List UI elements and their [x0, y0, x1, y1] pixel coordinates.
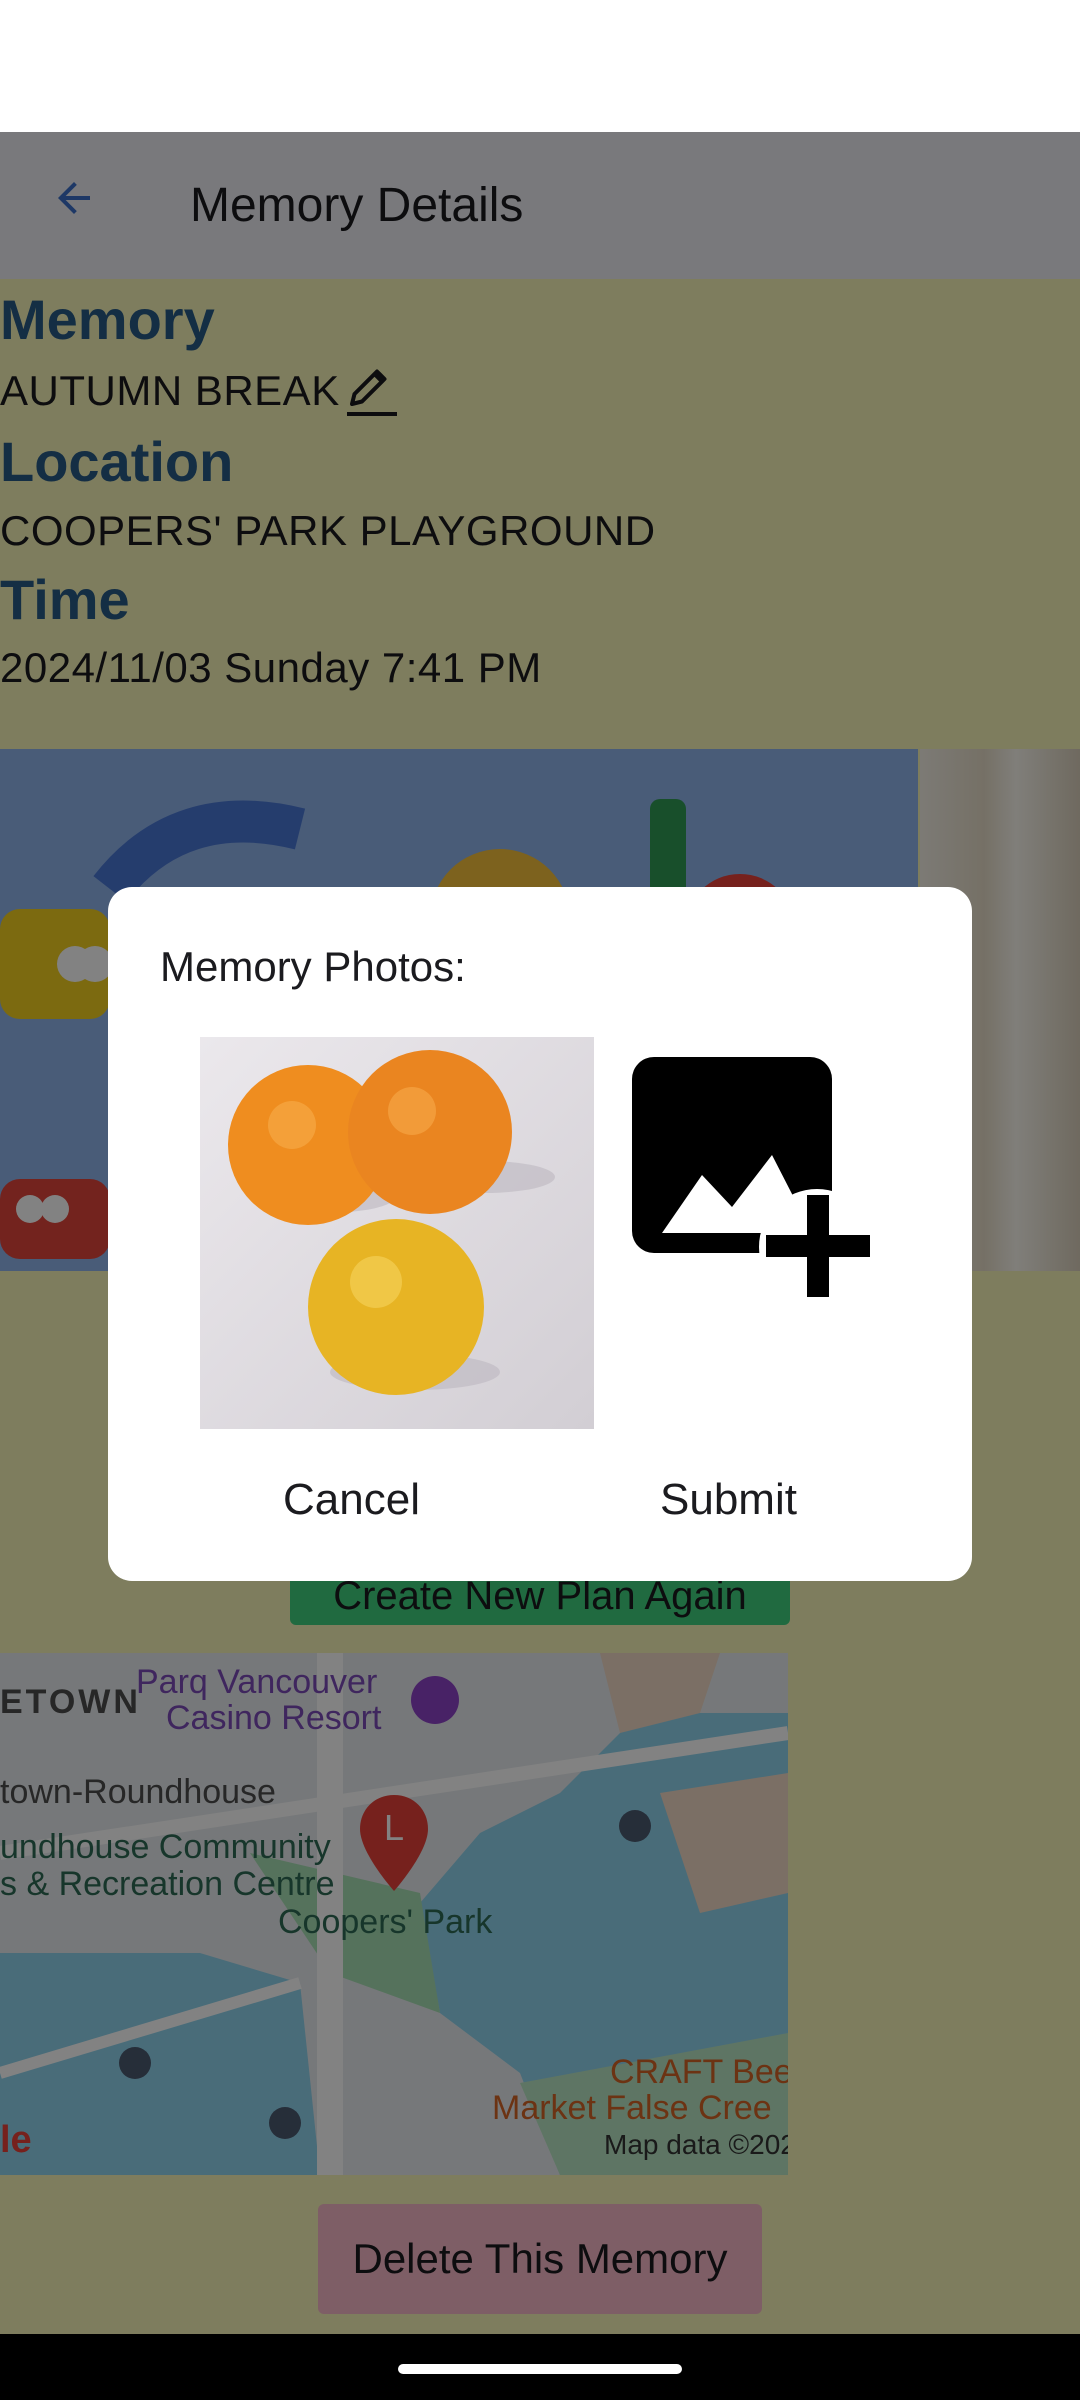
add-photo-icon[interactable] [632, 1057, 882, 1297]
home-gesture-handle[interactable] [398, 2364, 682, 2374]
dialog-title: Memory Photos: [160, 943, 466, 990]
submit-button[interactable]: Submit [660, 1475, 797, 1525]
photo-thumbnail[interactable] [200, 1037, 594, 1429]
cancel-button[interactable]: Cancel [283, 1475, 420, 1525]
memory-photos-dialog: Memory Photos: Cancel Submit [108, 887, 972, 1581]
status-bar [0, 0, 1080, 132]
